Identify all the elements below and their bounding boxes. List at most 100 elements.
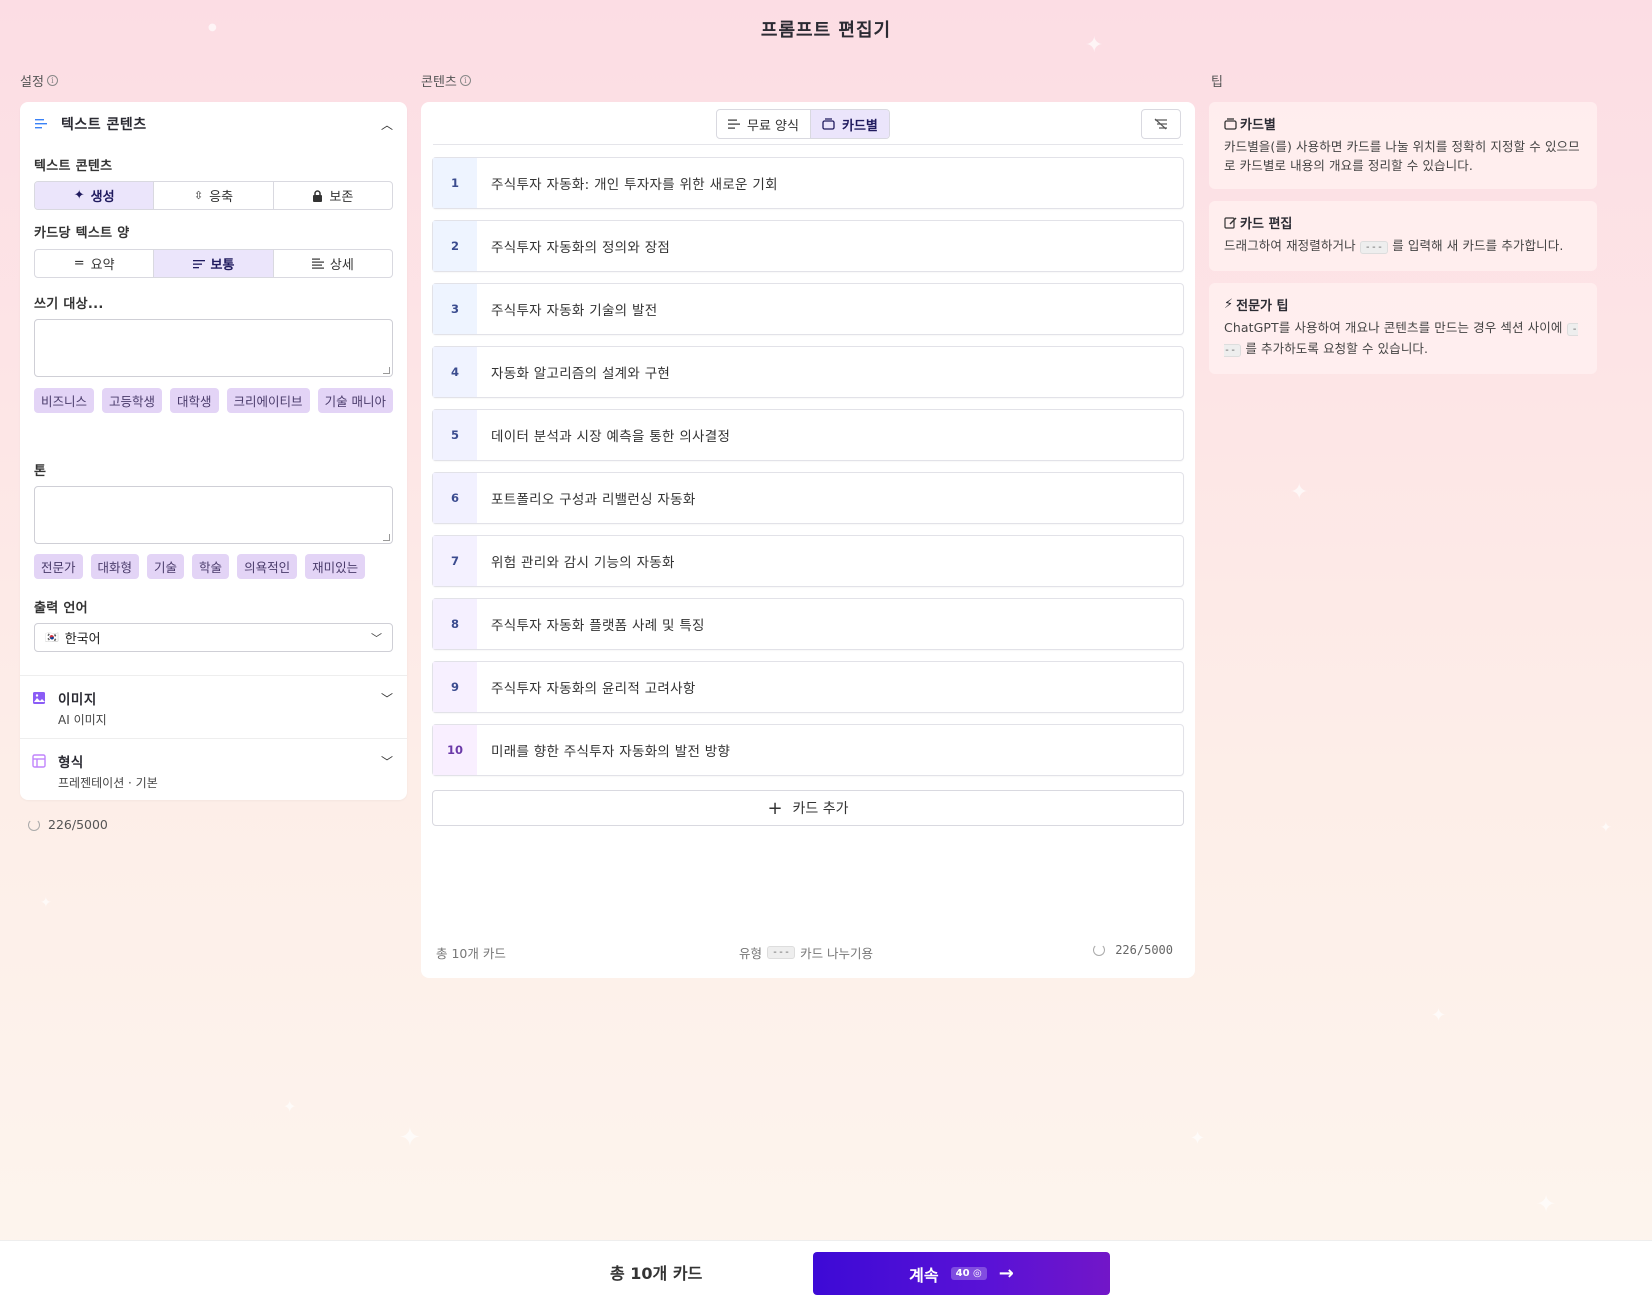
audience-chip[interactable]: 크리에이티브	[226, 388, 310, 413]
sparkle-icon: ✦	[1290, 480, 1309, 505]
card-item[interactable]: 10 미래를 향한 주식투자 자동화의 발전 방향	[432, 724, 1184, 776]
card-item[interactable]: 3 주식투자 자동화 기술의 발전	[432, 283, 1184, 335]
card-number: 9	[433, 662, 477, 712]
language-label: 출력 언어	[34, 601, 88, 616]
info-icon[interactable]: i	[46, 75, 58, 86]
card-number: 5	[433, 410, 477, 460]
card-text[interactable]: 주식투자 자동화: 개인 투자자를 위한 새로운 기회	[477, 158, 778, 208]
audience-chip[interactable]: 기술 매니아	[317, 388, 394, 413]
chevron-down-icon: ﹀	[371, 631, 382, 645]
credits-badge: 40 ◎	[950, 1267, 987, 1280]
tip-card: ⚡ 전문가 팁 ChatGPT를 사용하여 개요나 콘텐츠를 만드는 경우 섹션…	[1209, 283, 1597, 374]
tip-body: ChatGPT를 사용하여 개요나 콘텐츠를 만드는 경우 섹션 사이에 ---…	[1224, 318, 1581, 360]
tone-chip[interactable]: 재미있는	[305, 554, 366, 579]
tip-body-suffix: 를 입력해 새 카드를 추가합니다.	[1392, 238, 1564, 253]
language-value: 한국어	[64, 632, 101, 647]
content-panel: 무료 양식 카드별 1 주식투자 자동화: 개인 투자자를 위한 새로운 기회 2…	[421, 102, 1195, 978]
text-content-section-title: 텍스트 콘텐츠	[61, 117, 147, 133]
text-content-section-header[interactable]: 텍스트 콘텐츠 ︿	[34, 114, 393, 134]
amount-brief-option[interactable]: = 요약	[35, 250, 155, 277]
audience-chip[interactable]: 비즈니스	[34, 388, 95, 413]
tone-chips: 전문가 대화형 기술 학술 의욕적인 재미있는	[34, 554, 394, 579]
lock-icon	[313, 189, 323, 202]
detailed-lines-icon	[311, 258, 324, 269]
tip-title: 전문가 팁	[1236, 299, 1289, 314]
toolbar-divider	[433, 144, 1183, 145]
card-text[interactable]: 주식투자 자동화의 윤리적 고려사항	[477, 662, 696, 712]
text-mode-selector: ✦ 생성 ⇳ 응축 보존	[34, 181, 393, 210]
sparkle-star-icon: ✦	[73, 188, 85, 203]
amount-brief-label: 요약	[90, 258, 115, 273]
mode-preserve-label: 보존	[329, 190, 354, 205]
card-item[interactable]: 8 주식투자 자동화 플랫폼 사례 및 특징	[432, 598, 1184, 650]
tone-chip[interactable]: 기술	[147, 554, 185, 579]
tone-chip[interactable]: 대화형	[90, 554, 140, 579]
image-icon	[33, 692, 45, 704]
chevron-down-icon[interactable]: ﹀	[381, 690, 393, 707]
tip-code: ---	[1359, 241, 1389, 254]
tone-chip[interactable]: 전문가	[34, 554, 83, 579]
credits-value: 40	[955, 1268, 970, 1279]
audience-label: 쓰기 대상...	[34, 297, 104, 312]
card-text[interactable]: 미래를 향한 주식투자 자동화의 발전 방향	[477, 725, 730, 775]
chevron-down-icon[interactable]: ﹀	[381, 753, 393, 770]
card-text[interactable]: 포트폴리오 구성과 리밸런싱 자동화	[477, 473, 696, 523]
card-item[interactable]: 6 포트폴리오 구성과 리밸런싱 자동화	[432, 472, 1184, 524]
tone-label: 톤	[34, 464, 47, 479]
progress-ring-icon	[1093, 944, 1106, 956]
format-section-subtitle: 프레젠테이션 · 기본	[58, 776, 158, 790]
format-section-header[interactable]: 형식 ﹀ 프레젠테이션 · 기본	[32, 751, 393, 791]
mode-condense-option[interactable]: ⇳ 응축	[154, 182, 274, 209]
card-item[interactable]: 5 데이터 분석과 시장 예측을 통한 의사결정	[432, 409, 1184, 461]
card-item[interactable]: 2 주식투자 자동화의 정의와 장점	[432, 220, 1184, 272]
card-item[interactable]: 9 주식투자 자동화의 윤리적 고려사항	[432, 661, 1184, 713]
mode-generate-option[interactable]: ✦ 생성	[35, 182, 155, 209]
divider	[20, 675, 407, 676]
card-text[interactable]: 자동화 알고리즘의 설계와 구현	[477, 347, 670, 397]
content-counter-value: 226/5000	[1115, 943, 1173, 957]
card-text[interactable]: 위험 관리와 감시 기능의 자동화	[477, 536, 675, 586]
info-icon[interactable]: i	[459, 75, 471, 86]
audience-textarea[interactable]	[34, 319, 393, 377]
progress-ring-icon	[28, 818, 40, 831]
arrow-right-icon: →	[998, 1263, 1014, 1284]
card-number: 3	[433, 284, 477, 334]
freeform-mode-button[interactable]: 무료 양식	[717, 110, 810, 138]
amount-detailed-option[interactable]: 상세	[274, 250, 392, 277]
format-section-title: 형식	[58, 755, 84, 771]
tips-column-label: 팁	[1211, 71, 1223, 90]
image-section-header[interactable]: 이미지 ﹀ AI 이미지	[32, 688, 393, 728]
card-number: 2	[433, 221, 477, 271]
card-item[interactable]: 4 자동화 알고리즘의 설계와 구현	[432, 346, 1184, 398]
card-item[interactable]: 7 위험 관리와 감시 기능의 자동화	[432, 535, 1184, 587]
card-text[interactable]: 주식투자 자동화의 정의와 장점	[477, 221, 670, 271]
bottom-card-total: 총 10개 카드	[610, 1264, 703, 1283]
card-text[interactable]: 주식투자 자동화 플랫폼 사례 및 특징	[477, 599, 705, 649]
audience-chip[interactable]: 고등학생	[102, 388, 163, 413]
edit-icon	[1224, 217, 1237, 229]
audience-chips: 비즈니스 고등학생 대학생 크리에이티브 기술 매니아	[34, 388, 394, 413]
card-number: 8	[433, 599, 477, 649]
audience-chip[interactable]: 대학생	[170, 388, 219, 413]
text-amount-label: 카드당 텍스트 양	[34, 226, 130, 241]
cards-stack-icon	[822, 118, 835, 130]
language-select[interactable]: 🇰🇷 한국어 ﹀	[34, 623, 393, 652]
text-mode-label: 텍스트 콘텐츠	[34, 159, 113, 174]
card-by-card-mode-button[interactable]: 카드별	[809, 110, 889, 138]
tone-chip[interactable]: 의욕적인	[237, 554, 298, 579]
clear-format-button[interactable]	[1141, 109, 1181, 139]
amount-medium-option[interactable]: 보통	[154, 250, 274, 277]
tone-textarea[interactable]	[34, 486, 393, 544]
settings-label-text: 설정	[20, 75, 44, 90]
card-item[interactable]: 1 주식투자 자동화: 개인 투자자를 위한 새로운 기회	[432, 157, 1184, 209]
card-text[interactable]: 데이터 분석과 시장 예측을 통한 의사결정	[477, 410, 730, 460]
chevron-up-icon[interactable]: ︿	[381, 116, 393, 133]
card-text[interactable]: 주식투자 자동화 기술의 발전	[477, 284, 657, 334]
continue-button[interactable]: 계속 40 ◎ →	[813, 1252, 1110, 1295]
tip-title: 카드 편집	[1240, 217, 1293, 232]
mode-preserve-option[interactable]: 보존	[274, 182, 392, 209]
sparkle-icon: ✦	[283, 1097, 297, 1116]
add-card-button[interactable]: + 카드 추가	[432, 790, 1184, 826]
tip-body: 카드별을(를) 사용하면 카드를 나눌 위치를 정확히 지정할 수 있으므로 카…	[1224, 139, 1580, 173]
tone-chip[interactable]: 학술	[192, 554, 230, 579]
